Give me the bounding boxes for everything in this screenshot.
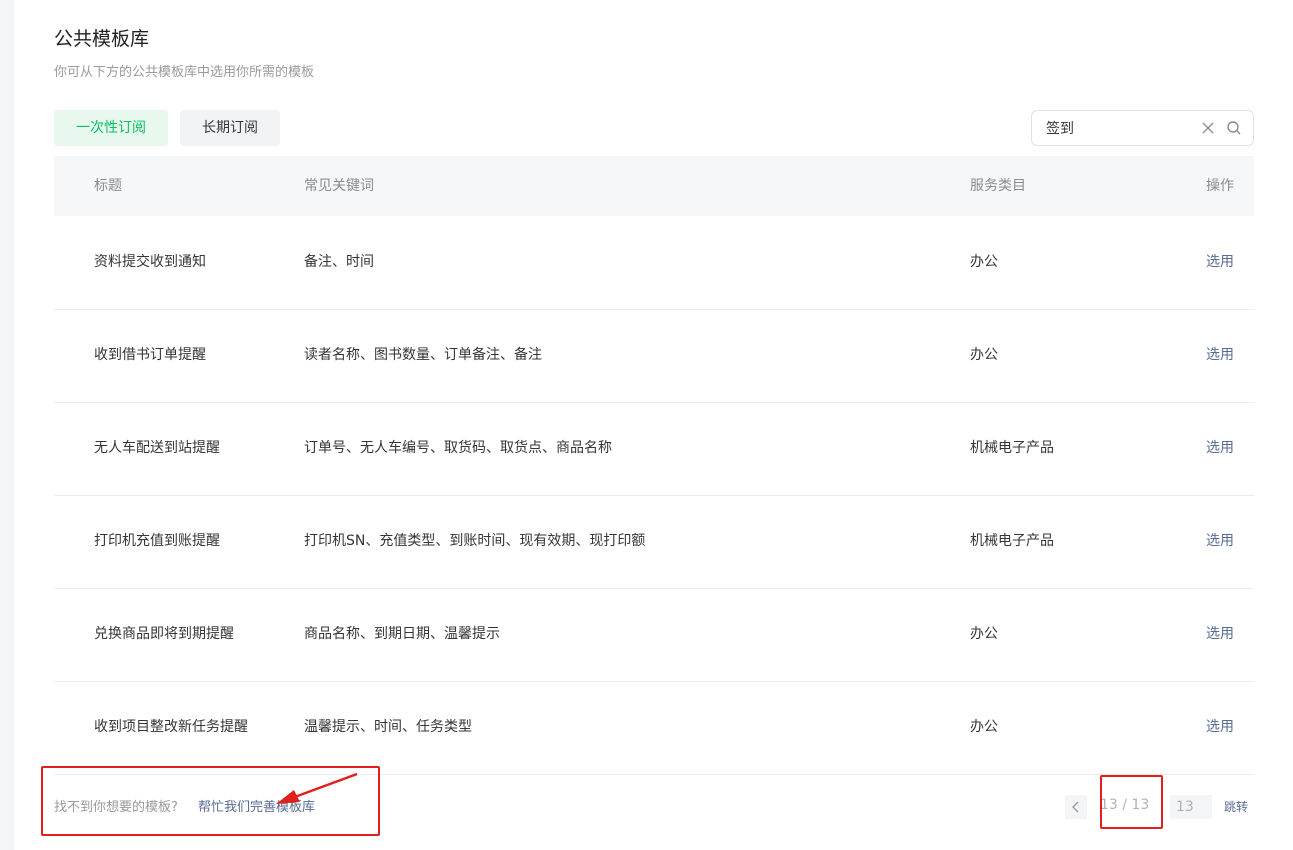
search-input[interactable] [1046, 118, 1186, 138]
row-keywords: 订单号、无人车编号、取货码、取货点、商品名称 [304, 440, 612, 456]
select-template-link[interactable]: 选用 [1206, 216, 1234, 309]
column-header-keywords: 常见关键词 [304, 178, 374, 194]
row-title: 无人车配送到站提醒 [94, 440, 220, 456]
row-category: 办公 [970, 347, 998, 363]
select-template-link[interactable]: 选用 [1206, 309, 1234, 402]
column-header-title: 标题 [94, 178, 122, 194]
pager-prev-button[interactable] [1065, 795, 1087, 819]
select-template-link[interactable]: 选用 [1206, 681, 1234, 774]
table-header: 标题 常见关键词 服务类目 操作 [54, 156, 1254, 216]
page-title: 公共模板库 [54, 28, 150, 50]
row-keywords: 温馨提示、时间、任务类型 [304, 719, 472, 735]
column-header-action: 操作 [1206, 178, 1234, 194]
jump-button[interactable]: 跳转 [1224, 798, 1248, 815]
row-keywords: 商品名称、到期日期、温馨提示 [304, 626, 500, 642]
column-header-category: 服务类目 [970, 178, 1026, 194]
row-title: 收到项目整改新任务提醒 [94, 719, 248, 735]
table-row: 无人车配送到站提醒 订单号、无人车编号、取货码、取货点、商品名称 机械电子产品 … [54, 402, 1254, 496]
close-icon[interactable] [1200, 120, 1216, 136]
left-sidebar-strip [0, 0, 14, 850]
tab-one-time-subscription[interactable]: 一次性订阅 [54, 110, 168, 146]
row-keywords: 读者名称、图书数量、订单备注、备注 [304, 347, 542, 363]
table-row: 兑换商品即将到期提醒 商品名称、到期日期、温馨提示 办公 选用 [54, 588, 1254, 682]
page-number-input[interactable] [1170, 795, 1212, 819]
select-template-link[interactable]: 选用 [1206, 402, 1234, 495]
search-icon[interactable] [1226, 120, 1242, 136]
select-template-link[interactable]: 选用 [1206, 588, 1234, 681]
row-category: 办公 [970, 719, 998, 735]
row-category: 办公 [970, 254, 998, 270]
row-category: 办公 [970, 626, 998, 642]
page-subtitle: 你可从下方的公共模板库中选用你所需的模板 [54, 65, 315, 80]
table-row: 资料提交收到通知 备注、时间 办公 选用 [54, 216, 1254, 310]
row-keywords: 备注、时间 [304, 254, 374, 270]
row-title: 打印机充值到账提醒 [94, 533, 220, 549]
row-title: 兑换商品即将到期提醒 [94, 626, 234, 642]
table-row: 收到借书订单提醒 读者名称、图书数量、订单备注、备注 办公 选用 [54, 309, 1254, 403]
row-category: 机械电子产品 [970, 440, 1054, 456]
row-category: 机械电子产品 [970, 533, 1054, 549]
tab-long-term-subscription[interactable]: 长期订阅 [180, 110, 280, 146]
row-keywords: 打印机SN、充值类型、到账时间、现有效期、现打印额 [304, 533, 646, 549]
select-template-link[interactable]: 选用 [1206, 495, 1234, 588]
annotation-box-pager [1100, 775, 1163, 829]
row-title: 收到借书订单提醒 [94, 347, 206, 363]
annotation-arrow [276, 772, 358, 804]
table-row: 收到项目整改新任务提醒 温馨提示、时间、任务类型 办公 选用 [54, 681, 1254, 775]
search-box [1031, 110, 1254, 146]
row-title: 资料提交收到通知 [94, 254, 206, 270]
table-row: 打印机充值到账提醒 打印机SN、充值类型、到账时间、现有效期、现打印额 机械电子… [54, 495, 1254, 589]
